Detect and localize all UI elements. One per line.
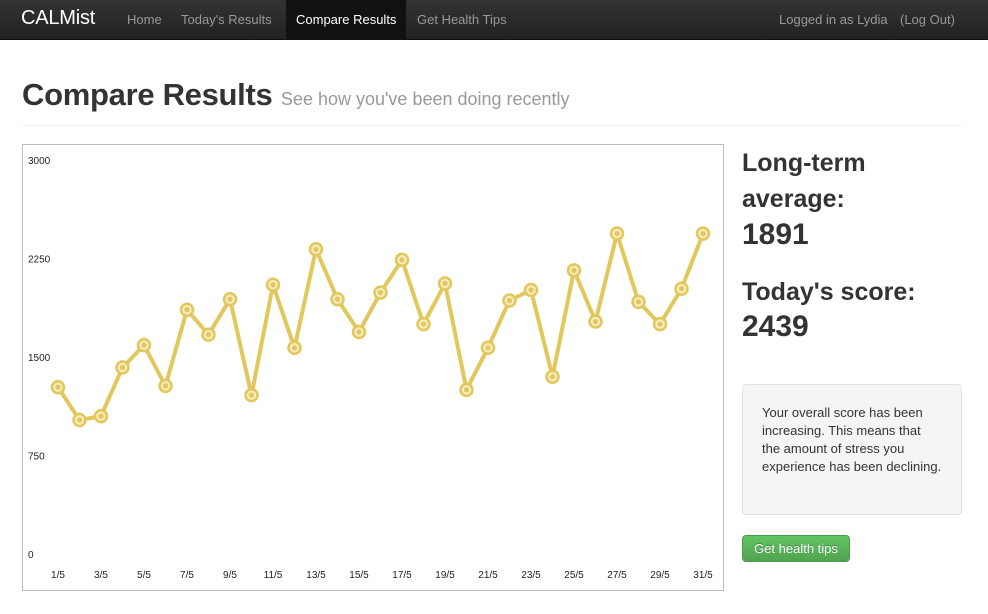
- data-point-center: [291, 345, 298, 351]
- y-tick-label: 0: [28, 550, 34, 561]
- data-point-center: [55, 384, 61, 390]
- top-navbar: CALMist Home Today's Results Compare Res…: [0, 0, 988, 40]
- x-tick-label: 11/5: [264, 570, 283, 581]
- data-point-center: [442, 280, 448, 287]
- x-tick-label: 13/5: [306, 570, 326, 581]
- data-point-center: [571, 267, 577, 273]
- logged-in-text: Logged in as Lydia: [779, 12, 888, 27]
- x-tick-label: 21/5: [478, 570, 498, 581]
- long-term-label-line2: average:: [742, 185, 845, 213]
- x-tick-label: 3/5: [94, 570, 108, 581]
- x-tick-label: 5/5: [137, 570, 151, 581]
- x-tick-label: 31/5: [693, 570, 713, 581]
- data-point-center: [205, 332, 212, 338]
- data-point-center: [356, 329, 362, 335]
- y-tick-label: 750: [28, 452, 45, 463]
- data-point-center: [700, 231, 706, 237]
- data-point-center: [334, 296, 341, 302]
- y-tick-label: 3000: [28, 156, 51, 167]
- x-tick-label: 9/5: [223, 570, 237, 581]
- nav-item-compare-results[interactable]: Compare Results: [286, 0, 407, 40]
- todays-score-value: 2439: [742, 310, 809, 343]
- data-point-center: [76, 417, 83, 423]
- data-point-center: [141, 342, 147, 348]
- nav-item-get-health-tips[interactable]: Get Health Tips: [407, 0, 517, 40]
- data-point-center: [184, 307, 190, 313]
- data-point-center: [162, 383, 169, 389]
- data-point-center: [635, 299, 642, 305]
- data-point-center: [248, 392, 255, 398]
- data-point-center: [270, 282, 276, 288]
- data-point-center: [549, 374, 556, 380]
- data-point-center: [377, 290, 384, 296]
- data-point-center: [420, 321, 427, 327]
- header-divider: [22, 125, 962, 126]
- nav-item-home[interactable]: Home: [117, 0, 172, 40]
- data-point-center: [506, 297, 513, 304]
- data-point-center: [614, 230, 620, 237]
- score-info-text: Your overall score has been increasing. …: [762, 405, 942, 474]
- data-point-center: [678, 286, 685, 292]
- data-point-center: [399, 257, 405, 263]
- x-tick-label: 25/5: [564, 570, 584, 581]
- data-point-center: [463, 387, 470, 393]
- x-tick-label: 23/5: [521, 570, 541, 581]
- x-tick-label: 27/5: [607, 570, 627, 581]
- x-tick-label: 29/5: [650, 570, 670, 581]
- data-point-center: [119, 364, 126, 371]
- x-tick-label: 19/5: [435, 570, 455, 581]
- page-title: Compare Results: [22, 77, 273, 112]
- page-header: Compare Results See how you've been doin…: [22, 77, 962, 113]
- page-subtitle: See how you've been doing recently: [280, 89, 570, 109]
- long-term-average-value: 1891: [742, 218, 809, 251]
- y-tick-label: 1500: [28, 353, 51, 364]
- x-tick-label: 7/5: [180, 570, 194, 581]
- data-point-center: [657, 321, 663, 327]
- long-term-label-line1: Long-term: [742, 149, 866, 177]
- logout-link[interactable]: (Log Out): [900, 0, 955, 40]
- x-tick-label: 1/5: [51, 570, 65, 581]
- data-point-center: [313, 246, 319, 252]
- score-chart-svg: 0 750 1500 2250 3000 1/5 3/5 5/5 7/5 9/5 11/5 13/5 1…: [28, 156, 713, 581]
- data-point-center: [98, 413, 104, 419]
- score-info-well: Your overall score has been increasing. …: [742, 384, 962, 515]
- score-chart: 0 750 1500 2250 3000 1/5 3/5 5/5 7/5 9/5 11/5 13/5 1…: [22, 144, 724, 591]
- series-line: [56, 231, 705, 422]
- y-tick-label: 2250: [28, 255, 51, 266]
- get-health-tips-button[interactable]: Get health tips: [742, 535, 850, 562]
- x-tick-label: 15/5: [349, 570, 369, 581]
- data-point-center: [528, 287, 534, 293]
- data-point-center: [592, 318, 599, 325]
- data-point-center: [485, 345, 491, 351]
- brand-logo[interactable]: CALMist: [21, 7, 95, 30]
- nav-item-todays-results[interactable]: Today's Results: [171, 0, 282, 40]
- data-point-center: [227, 296, 233, 302]
- x-tick-label: 17/5: [392, 570, 412, 581]
- todays-score-label: Today's score:: [742, 278, 916, 306]
